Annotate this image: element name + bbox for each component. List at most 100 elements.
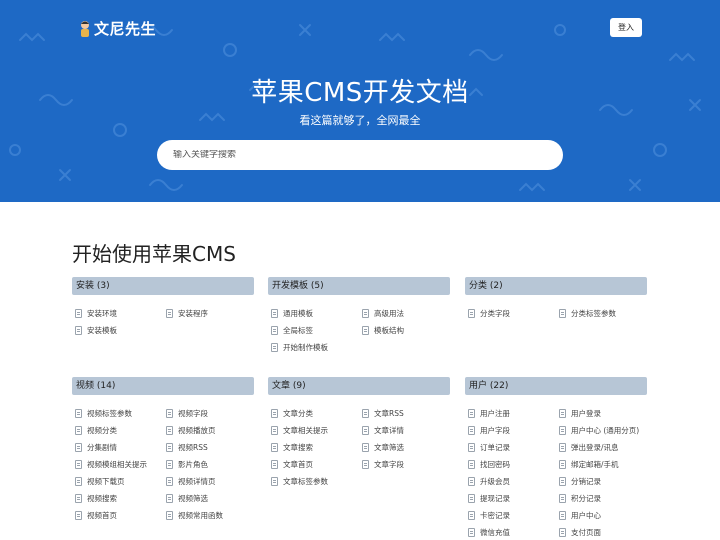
document-icon (362, 309, 369, 318)
document-icon (166, 477, 173, 486)
doc-link[interactable]: 安装模板 (75, 322, 166, 339)
doc-link[interactable]: 找回密码 (468, 456, 559, 473)
hero-banner: 文尼先生 登入 苹果CMS开发文档 看这篇就够了，全网最全 (0, 0, 720, 202)
doc-link[interactable]: 高级用法 (362, 305, 453, 322)
doc-link[interactable]: 分销记录 (559, 473, 650, 490)
doc-link[interactable]: 视频标签参数 (75, 405, 166, 422)
doc-link[interactable]: 用户字段 (468, 422, 559, 439)
doc-link[interactable]: 视频下载页 (75, 473, 166, 490)
document-icon (75, 409, 82, 418)
doc-link[interactable]: 分类标签参数 (559, 305, 650, 322)
doc-link[interactable]: 文章标签参数 (271, 473, 362, 490)
document-icon (271, 477, 278, 486)
doc-link[interactable]: 分类字段 (468, 305, 559, 322)
document-icon (559, 426, 566, 435)
document-icon (468, 309, 475, 318)
doc-link[interactable]: 支付页面 (559, 524, 650, 540)
document-icon (559, 460, 566, 469)
doc-link[interactable]: 视频模组相关提示 (75, 456, 166, 473)
doc-link[interactable]: 用户登录 (559, 405, 650, 422)
document-icon (271, 443, 278, 452)
logo-text: 文尼先生 (94, 20, 157, 38)
doc-link[interactable]: 影片角色 (166, 456, 257, 473)
document-icon (166, 426, 173, 435)
category-header[interactable]: 分类 (2) (465, 277, 647, 295)
doc-link[interactable]: 绑定邮箱/手机 (559, 456, 650, 473)
category-template-dev: 开发模板 (5) 通用模板 高级用法 全局标签 模板结构 开始制作模板 (268, 277, 450, 356)
doc-link[interactable]: 分集剧情 (75, 439, 166, 456)
document-icon (271, 309, 278, 318)
document-icon (559, 309, 566, 318)
category-classification: 分类 (2) 分类字段 分类标签参数 (465, 277, 647, 322)
search-box[interactable] (157, 140, 563, 170)
doc-link[interactable]: 视频播放页 (166, 422, 257, 439)
document-icon (362, 409, 369, 418)
doc-link[interactable]: 卡密记录 (468, 507, 559, 524)
category-header[interactable]: 开发模板 (5) (268, 277, 450, 295)
doc-link[interactable]: 安装程序 (166, 305, 257, 322)
document-icon (166, 494, 173, 503)
doc-link[interactable]: 视频详情页 (166, 473, 257, 490)
document-icon (271, 326, 278, 335)
category-header[interactable]: 安装 (3) (72, 277, 254, 295)
document-icon (362, 426, 369, 435)
document-icon (75, 477, 82, 486)
category-header[interactable]: 用户 (22) (465, 377, 647, 395)
doc-link[interactable]: 文章搜索 (271, 439, 362, 456)
page-subtitle: 看这篇就够了，全网最全 (299, 114, 421, 127)
document-icon (468, 443, 475, 452)
doc-link[interactable]: 文章详情 (362, 422, 453, 439)
doc-link[interactable]: 视频分类 (75, 422, 166, 439)
doc-link[interactable]: 弹出登录/讯息 (559, 439, 650, 456)
category-header[interactable]: 文章 (9) (268, 377, 450, 395)
document-icon (75, 443, 82, 452)
document-icon (559, 528, 566, 537)
doc-link[interactable]: 安装环境 (75, 305, 166, 322)
login-button[interactable]: 登入 (610, 18, 642, 37)
doc-link[interactable]: 提现记录 (468, 490, 559, 507)
doc-link[interactable]: 文章RSS (362, 405, 453, 422)
category-install: 安装 (3) 安装环境 安装程序 安装模板 (72, 277, 254, 339)
document-icon (271, 343, 278, 352)
doc-link[interactable]: 通用模板 (271, 305, 362, 322)
doc-link[interactable]: 视频筛选 (166, 490, 257, 507)
doc-link[interactable]: 微信充值 (468, 524, 559, 540)
doc-link[interactable]: 用户中心 (559, 507, 650, 524)
category-item-list: 用户注册 用户登录 用户字段 用户中心 (通用分页) 订单记录 弹出登录/讯息 … (465, 405, 647, 540)
document-icon (166, 460, 173, 469)
search-input[interactable] (173, 150, 533, 160)
document-icon (559, 409, 566, 418)
doc-link[interactable]: 视频RSS (166, 439, 257, 456)
doc-link[interactable]: 开始制作模板 (271, 339, 362, 356)
category-user: 用户 (22) 用户注册 用户登录 用户字段 用户中心 (通用分页) 订单记录 … (465, 377, 647, 540)
doc-link[interactable]: 用户注册 (468, 405, 559, 422)
doc-link[interactable]: 订单记录 (468, 439, 559, 456)
doc-link[interactable]: 全局标签 (271, 322, 362, 339)
site-logo[interactable]: 文尼先生 (78, 18, 156, 39)
doc-link[interactable]: 用户中心 (通用分页) (559, 422, 650, 439)
doc-link[interactable]: 文章筛选 (362, 439, 453, 456)
doc-link[interactable]: 模板结构 (362, 322, 453, 339)
doc-link[interactable]: 文章分类 (271, 405, 362, 422)
document-icon (468, 426, 475, 435)
document-icon (271, 409, 278, 418)
doc-link[interactable]: 升级会员 (468, 473, 559, 490)
doc-link[interactable]: 文章字段 (362, 456, 453, 473)
doc-link[interactable]: 文章首页 (271, 456, 362, 473)
doc-link[interactable]: 积分记录 (559, 490, 650, 507)
document-icon (75, 494, 82, 503)
section-title: 开始使用苹果CMS (72, 242, 236, 266)
doc-link[interactable]: 视频搜索 (75, 490, 166, 507)
doc-link[interactable]: 视频常用函数 (166, 507, 257, 524)
document-icon (362, 443, 369, 452)
document-icon (75, 460, 82, 469)
document-icon (75, 426, 82, 435)
category-item-list: 分类字段 分类标签参数 (465, 305, 647, 322)
category-item-list: 文章分类 文章RSS 文章相关提示 文章详情 文章搜索 文章筛选 文章首页 文章… (268, 405, 450, 490)
document-icon (271, 426, 278, 435)
doc-link[interactable]: 视频首页 (75, 507, 166, 524)
category-video: 视频 (14) 视频标签参数 视频字段 视频分类 视频播放页 分集剧情 视频RS… (72, 377, 254, 524)
category-header[interactable]: 视频 (14) (72, 377, 254, 395)
doc-link[interactable]: 视频字段 (166, 405, 257, 422)
doc-link[interactable]: 文章相关提示 (271, 422, 362, 439)
